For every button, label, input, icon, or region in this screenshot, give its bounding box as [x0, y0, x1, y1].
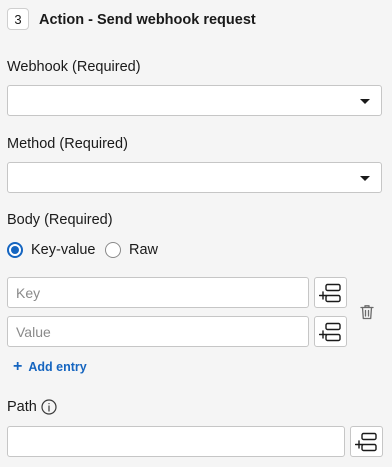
path-insert-variable-button[interactable] [350, 426, 383, 457]
method-label: Method (Required) [7, 136, 128, 152]
value-insert-variable-button[interactable] [314, 316, 347, 347]
webhook-select[interactable] [7, 85, 382, 116]
radio-raw[interactable] [105, 242, 121, 258]
trash-icon[interactable] [360, 304, 374, 320]
radio-raw-label[interactable]: Raw [129, 240, 158, 260]
path-label: Path [7, 399, 37, 415]
add-entry-button[interactable]: + Add entry [13, 358, 87, 376]
chevron-down-icon [360, 176, 370, 181]
path-input[interactable] [7, 426, 345, 457]
body-key-input[interactable] [7, 277, 309, 308]
insert-variable-icon [318, 322, 341, 341]
webhook-label: Webhook (Required) [7, 59, 141, 75]
body-value-input[interactable] [7, 316, 309, 347]
insert-variable-icon [318, 283, 341, 302]
key-insert-variable-button[interactable] [314, 277, 347, 308]
plus-icon: + [13, 358, 23, 375]
radio-selected-dot [11, 246, 19, 254]
info-icon[interactable] [41, 399, 57, 415]
chevron-down-icon [360, 99, 370, 104]
method-select[interactable] [7, 162, 382, 193]
add-entry-label: Add entry [28, 360, 87, 374]
radio-key-value-label[interactable]: Key-value [31, 240, 95, 260]
insert-variable-icon [354, 432, 377, 451]
step-number-badge: 3 [7, 8, 29, 30]
radio-key-value[interactable] [7, 242, 23, 258]
body-label: Body (Required) [7, 212, 113, 228]
step-title: Action - Send webhook request [39, 12, 256, 28]
